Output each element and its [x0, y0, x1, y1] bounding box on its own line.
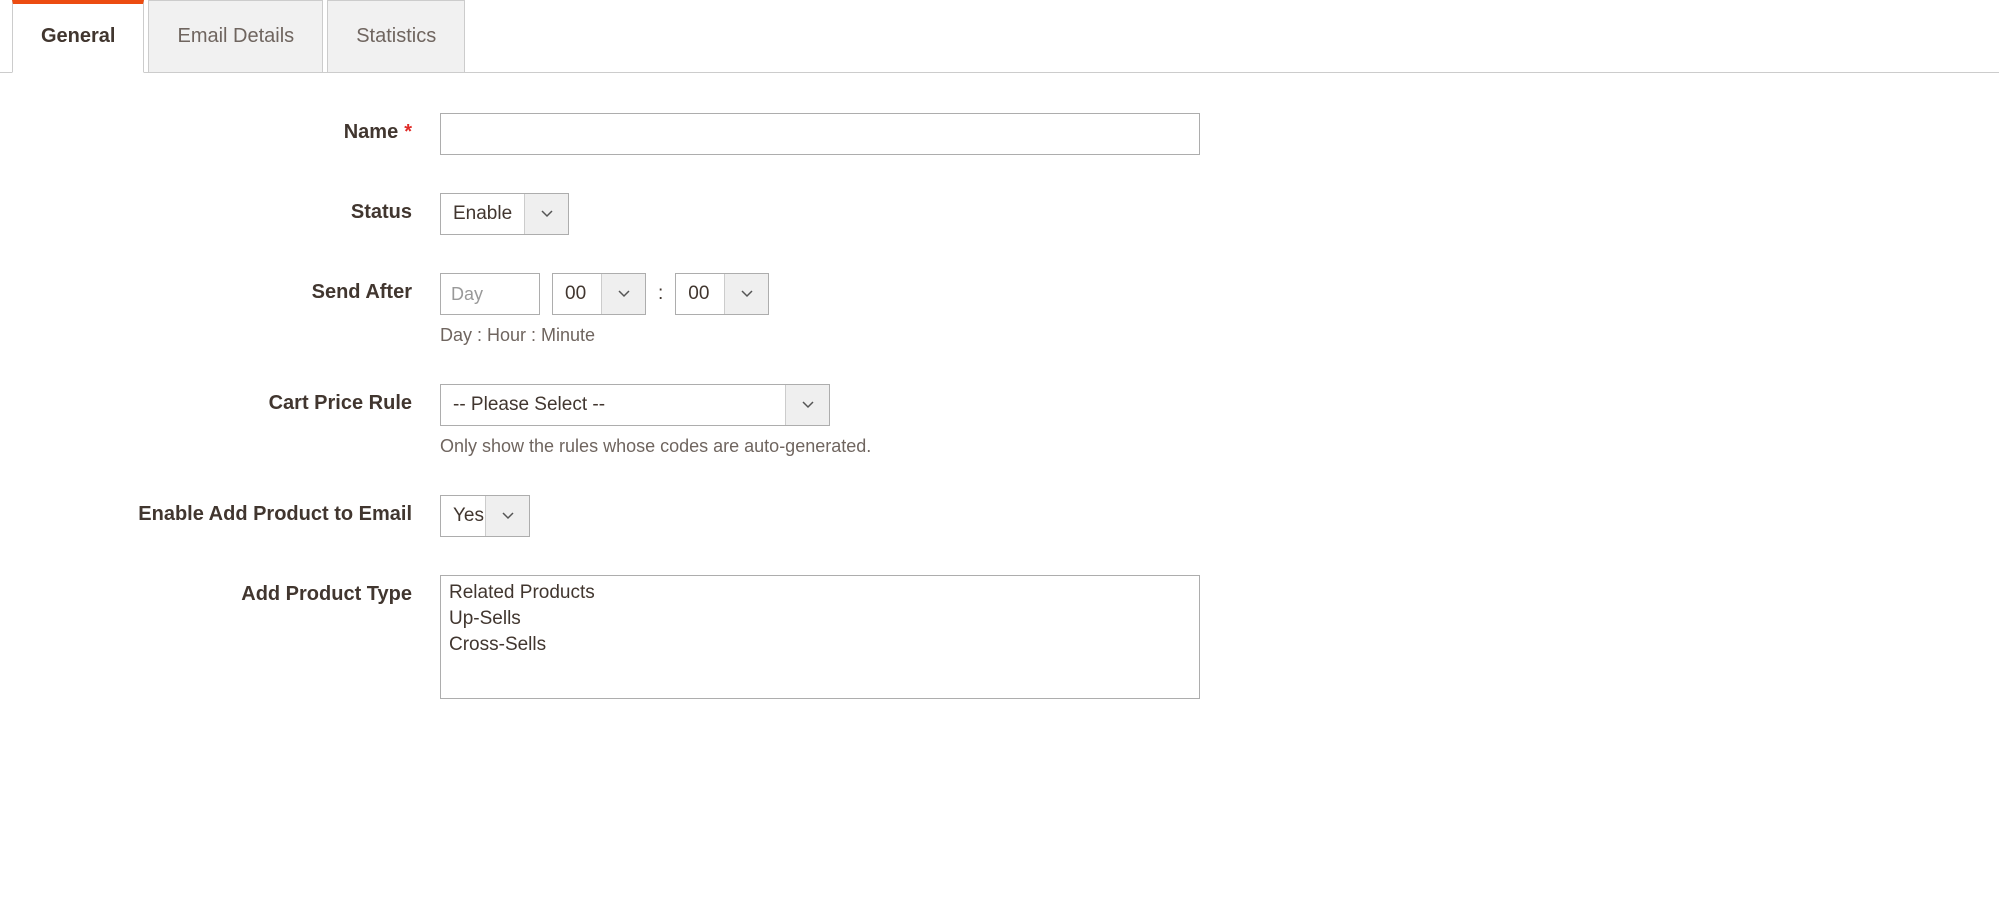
option-related-products[interactable]: Related Products: [441, 580, 1199, 606]
label-add-product-type: Add Product Type: [20, 575, 440, 606]
tab-general[interactable]: General: [12, 0, 144, 73]
row-add-product-type: Add Product Type Related Products Up-Sel…: [20, 575, 1979, 699]
send-after-minute-select[interactable]: 00: [675, 273, 769, 315]
send-after-minute-value: 00: [676, 274, 724, 314]
add-product-type-multiselect[interactable]: Related Products Up-Sells Cross-Sells: [440, 575, 1200, 699]
row-name: Name*: [20, 113, 1979, 155]
tab-email-details[interactable]: Email Details: [148, 0, 323, 72]
label-status: Status: [20, 193, 440, 224]
row-cart-price-rule: Cart Price Rule -- Please Select -- Only…: [20, 384, 1979, 457]
cart-price-rule-value: -- Please Select --: [441, 385, 785, 425]
cart-price-rule-select[interactable]: -- Please Select --: [440, 384, 830, 426]
row-enable-add-product: Enable Add Product to Email Yes: [20, 495, 1979, 537]
label-name: Name*: [20, 113, 440, 144]
send-after-hour-value: 00: [553, 274, 601, 314]
chevron-down-icon: [601, 274, 645, 314]
status-select[interactable]: Enable: [440, 193, 569, 235]
send-after-hour-select[interactable]: 00: [552, 273, 646, 315]
send-after-help: Day : Hour : Minute: [440, 325, 1979, 346]
label-enable-add-product: Enable Add Product to Email: [20, 495, 440, 526]
chevron-down-icon: [724, 274, 768, 314]
chevron-down-icon: [785, 385, 829, 425]
required-asterisk-icon: *: [404, 121, 412, 143]
row-send-after: Send After 00 : 00 Day : Hour :: [20, 273, 1979, 346]
option-up-sells[interactable]: Up-Sells: [441, 606, 1199, 632]
label-send-after: Send After: [20, 273, 440, 304]
time-separator: :: [658, 283, 663, 305]
tab-statistics[interactable]: Statistics: [327, 0, 465, 72]
form-general: Name* Status Enable Send After 00: [0, 113, 1999, 777]
chevron-down-icon: [485, 496, 529, 536]
chevron-down-icon: [524, 194, 568, 234]
name-input[interactable]: [440, 113, 1200, 155]
enable-add-product-value: Yes: [441, 496, 485, 536]
tabs-bar: General Email Details Statistics: [0, 0, 1999, 73]
status-select-value: Enable: [441, 194, 524, 234]
send-after-day-input[interactable]: [440, 273, 540, 315]
option-cross-sells[interactable]: Cross-Sells: [441, 632, 1199, 658]
cart-price-rule-help: Only show the rules whose codes are auto…: [440, 436, 1979, 457]
enable-add-product-select[interactable]: Yes: [440, 495, 530, 537]
label-cart-price-rule: Cart Price Rule: [20, 384, 440, 415]
row-status: Status Enable: [20, 193, 1979, 235]
